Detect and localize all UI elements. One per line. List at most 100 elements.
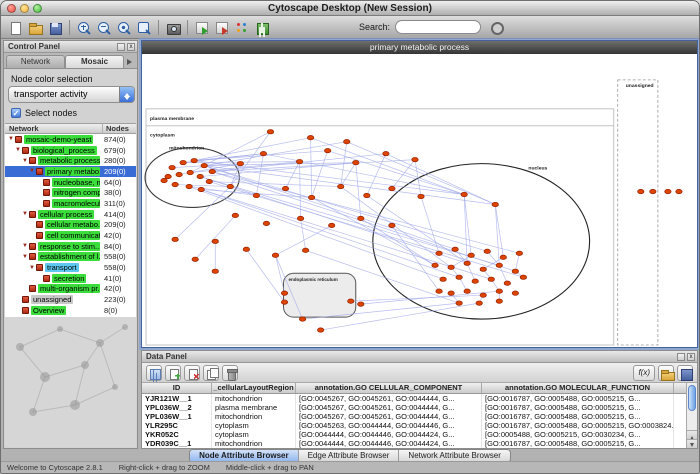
control-panel-titlebar[interactable]: Control Panel x: [4, 41, 137, 53]
zoom-out-icon[interactable]: [95, 19, 113, 37]
tree-item-mosaic-demo-yeast[interactable]: ▼mosaic-demo-yeast874(0): [5, 134, 136, 145]
formula-builder-button[interactable]: f(x): [633, 365, 655, 381]
tree-item-metabolic-process[interactable]: ▼metabolic process280(0): [5, 155, 136, 166]
network-node[interactable]: [299, 317, 305, 321]
network-node[interactable]: [324, 148, 330, 152]
network-node[interactable]: [237, 161, 243, 165]
network-node[interactable]: [512, 291, 518, 295]
network-node[interactable]: [263, 221, 269, 225]
expander-icon[interactable]: ▼: [28, 166, 36, 176]
network-node[interactable]: [412, 157, 418, 161]
scrollbar-thumb[interactable]: [688, 385, 696, 411]
network-node[interactable]: [472, 279, 478, 283]
tree-item-multi-organism-pr-[interactable]: multi-organism pr...42(0): [5, 284, 136, 295]
network-node[interactable]: [172, 182, 178, 186]
network-node[interactable]: [307, 136, 313, 140]
expander-icon[interactable]: ▼: [14, 145, 22, 155]
trash-icon[interactable]: [222, 365, 238, 381]
network-node[interactable]: [476, 301, 482, 305]
network-node[interactable]: [383, 151, 389, 155]
network-node[interactable]: [227, 184, 233, 188]
tree-item-macromolecule-[interactable]: macromolecule...311(0): [5, 198, 136, 209]
network-node[interactable]: [464, 261, 470, 265]
network-node[interactable]: [180, 160, 186, 164]
network-node[interactable]: [364, 193, 370, 197]
column-header[interactable]: _cellularLayoutRegion: [212, 383, 296, 393]
network-node[interactable]: [389, 223, 395, 227]
network-node[interactable]: [436, 251, 442, 255]
network-node[interactable]: [201, 163, 207, 167]
zoom-window-button[interactable]: [33, 4, 42, 13]
chevron-updown-icon[interactable]: [119, 87, 134, 102]
network-node[interactable]: [418, 194, 424, 198]
network-node[interactable]: [492, 202, 498, 206]
network-view-titlebar[interactable]: primary metabolic process: [142, 41, 697, 54]
network-node[interactable]: [452, 247, 458, 251]
snapshot-icon[interactable]: [164, 19, 182, 37]
expander-icon[interactable]: ▼: [28, 263, 36, 273]
tree-column-network[interactable]: Network: [9, 124, 39, 134]
close-data-panel-icon[interactable]: x: [687, 353, 695, 361]
network-node[interactable]: [484, 249, 490, 253]
open-session-icon[interactable]: [26, 19, 44, 37]
network-node[interactable]: [281, 300, 287, 304]
network-node[interactable]: [186, 184, 192, 188]
network-node[interactable]: [212, 239, 218, 243]
select-nodes-row[interactable]: Select nodes: [11, 108, 77, 118]
network-node[interactable]: [358, 302, 364, 306]
network-node[interactable]: [344, 140, 350, 144]
network-node[interactable]: [243, 247, 249, 251]
close-window-button[interactable]: [7, 4, 16, 13]
table-scrollbar[interactable]: [686, 383, 697, 448]
tree-item-cell-communicat-[interactable]: cell communicat...42(0): [5, 230, 136, 241]
tree-item-overview[interactable]: Overview8(0): [5, 305, 136, 316]
network-node[interactable]: [328, 223, 334, 227]
tab-network[interactable]: Network: [6, 55, 65, 68]
tree-item-primary-metabo-[interactable]: ▼primary metabo...209(0): [5, 166, 136, 177]
network-node[interactable]: [504, 281, 510, 285]
network-node[interactable]: [461, 192, 467, 196]
network-node[interactable]: [338, 184, 344, 188]
network-node[interactable]: [272, 253, 278, 257]
import-attributes-icon[interactable]: [213, 19, 231, 37]
network-node[interactable]: [308, 195, 314, 199]
table-row[interactable]: YDR039C__1mitochondrion[GO:0044444, GO:0…: [142, 439, 686, 448]
column-header[interactable]: annotation.GO CELLULAR_COMPONENT: [296, 383, 482, 393]
network-node[interactable]: [209, 169, 215, 173]
network-node[interactable]: [253, 193, 259, 197]
tree-item-cellular-process[interactable]: ▼cellular process414(0): [5, 209, 136, 220]
network-node[interactable]: [353, 160, 359, 164]
network-node[interactable]: [192, 257, 198, 261]
zoom-selected-icon[interactable]: [115, 19, 133, 37]
network-node[interactable]: [165, 174, 171, 178]
tree-item-nucleobase-n-[interactable]: nucleobase, n...64(0): [5, 177, 136, 188]
tree-column-nodes[interactable]: Nodes: [102, 124, 129, 134]
network-node[interactable]: [676, 189, 682, 193]
scroll-down-icon[interactable]: [687, 439, 697, 448]
float-panel-icon[interactable]: [117, 43, 125, 51]
network-node[interactable]: [297, 216, 303, 220]
network-node[interactable]: [169, 165, 175, 169]
network-node[interactable]: [488, 277, 494, 281]
network-node[interactable]: [389, 186, 395, 190]
network-node[interactable]: [496, 263, 502, 267]
minimize-window-button[interactable]: [20, 4, 29, 13]
network-node[interactable]: [267, 130, 273, 134]
network-node[interactable]: [282, 186, 288, 190]
table-row[interactable]: YPL036W__1mitochondrion[GO:0045267, GO:0…: [142, 412, 686, 421]
network-canvas[interactable]: plasma membranecytoplasmmitochondrionnuc…: [142, 54, 697, 347]
network-node[interactable]: [436, 289, 442, 293]
network-node[interactable]: [650, 189, 656, 193]
network-node[interactable]: [302, 248, 308, 252]
data-panel-titlebar[interactable]: Data Panel x: [142, 351, 697, 363]
table-row[interactable]: YKR052Ccytoplasm[GO:0044444, GO:0044446,…: [142, 430, 686, 439]
network-node[interactable]: [432, 263, 438, 267]
network-node[interactable]: [176, 172, 182, 176]
network-node[interactable]: [206, 179, 212, 183]
search-input[interactable]: [395, 20, 481, 34]
expander-icon[interactable]: ▼: [21, 209, 29, 219]
network-node[interactable]: [480, 293, 486, 297]
network-node[interactable]: [191, 158, 197, 162]
save-session-icon[interactable]: [46, 19, 64, 37]
expander-icon[interactable]: ▼: [7, 134, 15, 144]
